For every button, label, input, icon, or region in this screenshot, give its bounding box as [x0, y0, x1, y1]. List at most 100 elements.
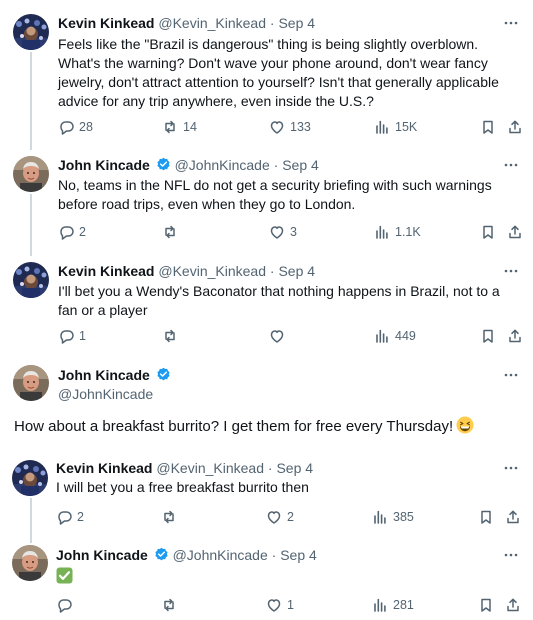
- views-button[interactable]: 449: [374, 326, 416, 346]
- like-button[interactable]: 2: [266, 507, 294, 527]
- share-button[interactable]: [507, 222, 523, 242]
- bookmark-button[interactable]: [480, 117, 496, 137]
- avatar[interactable]: [13, 262, 49, 298]
- like-button[interactable]: 3: [269, 222, 297, 242]
- tweet-header: Kevin Kinkead @Kevin_Kinkead · Sep 4: [58, 14, 493, 32]
- author-name[interactable]: John Kincade: [58, 157, 150, 173]
- retweet-button[interactable]: 14: [162, 117, 197, 137]
- tweet-text: How about a breakfast burrito? I get the…: [14, 416, 474, 437]
- like-button[interactable]: 133: [269, 117, 311, 137]
- views-button[interactable]: 1.1K: [374, 222, 421, 242]
- share-button[interactable]: [505, 595, 521, 615]
- tweet-actions: 1 281: [56, 595, 521, 615]
- tweet-text: Feels like the "Brazil is dangerous" thi…: [58, 36, 499, 109]
- bookmark-button[interactable]: [480, 326, 496, 346]
- author-name[interactable]: Kevin Kinkead: [58, 263, 154, 279]
- author-handle[interactable]: @Kevin_Kinkead: [158, 15, 266, 31]
- retweet-button[interactable]: [162, 326, 183, 346]
- share-icon: [507, 510, 519, 524]
- reply-button[interactable]: 2: [56, 507, 84, 527]
- avatar[interactable]: [13, 156, 49, 192]
- views-button[interactable]: 385: [372, 507, 414, 527]
- author-handle[interactable]: @JohnKincade: [173, 547, 268, 563]
- author-handle[interactable]: @JohnKincade: [175, 157, 270, 173]
- reply-button[interactable]: 28: [58, 117, 93, 137]
- tweet-text: I'll bet you a Wendy's Baconator that no…: [58, 283, 500, 318]
- author-handle[interactable]: @Kevin_Kinkead: [156, 460, 264, 476]
- tweet-header: Kevin Kinkead @Kevin_Kinkead · Sep 4: [58, 262, 493, 280]
- heart-icon: [267, 511, 281, 524]
- tweet-date[interactable]: Sep 4: [278, 263, 315, 279]
- author-name[interactable]: Kevin Kinkead: [56, 460, 152, 476]
- views-icon: [374, 510, 386, 524]
- like-button[interactable]: 1: [266, 595, 294, 615]
- avatar[interactable]: [12, 545, 48, 581]
- more-icon[interactable]: [503, 15, 519, 31]
- separator: ·: [269, 263, 275, 279]
- heart-icon: [270, 330, 284, 343]
- tweet-4-focused[interactable]: John Kincade @JohnKincade How about a br…: [0, 356, 533, 452]
- author-name[interactable]: John Kincade: [56, 547, 148, 563]
- tweet-date[interactable]: Sep 4: [282, 157, 319, 173]
- views-button[interactable]: 281: [372, 595, 414, 615]
- tweet-date[interactable]: Sep 4: [276, 460, 313, 476]
- more-icon[interactable]: [503, 547, 519, 563]
- retweet-icon: [164, 598, 174, 612]
- retweet-icon: [165, 120, 175, 134]
- tweet-2[interactable]: John Kincade @JohnKincade · Sep 4 No, te…: [0, 148, 533, 256]
- tweet-date[interactable]: Sep 4: [278, 15, 315, 31]
- view-count: 385: [393, 510, 414, 524]
- more-icon[interactable]: [503, 263, 519, 279]
- author-name[interactable]: John Kincade: [58, 366, 171, 384]
- tweet-actions: 1 449: [58, 326, 521, 346]
- bookmark-icon: [481, 510, 491, 524]
- avatar[interactable]: [12, 460, 48, 496]
- views-icon: [376, 120, 388, 134]
- avatar[interactable]: [13, 14, 49, 50]
- heart-icon: [270, 226, 284, 239]
- like-button[interactable]: [269, 326, 290, 346]
- like-count: 3: [290, 225, 297, 239]
- more-icon[interactable]: [503, 367, 519, 383]
- views-icon: [376, 329, 388, 343]
- reply-count: 28: [79, 120, 93, 134]
- retweet-count: 14: [183, 120, 197, 134]
- tweet-5[interactable]: Kevin Kinkead @Kevin_Kinkead · Sep 4 I w…: [0, 452, 533, 543]
- tweet-6[interactable]: John Kincade @JohnKincade · Sep 4 1 281: [0, 540, 533, 620]
- more-icon[interactable]: [503, 157, 519, 173]
- bookmark-button[interactable]: [480, 222, 496, 242]
- bookmark-button[interactable]: [478, 595, 494, 615]
- view-count: 449: [395, 329, 416, 343]
- grinning-squinting-face-emoji-icon: [456, 416, 474, 434]
- reply-button[interactable]: [56, 595, 77, 615]
- author-name[interactable]: Kevin Kinkead: [58, 15, 154, 31]
- retweet-button[interactable]: [161, 507, 182, 527]
- share-button[interactable]: [507, 117, 523, 137]
- bookmark-button[interactable]: [478, 507, 494, 527]
- separator: ·: [269, 15, 275, 31]
- avatar[interactable]: [13, 365, 49, 401]
- author-handle[interactable]: @Kevin_Kinkead: [158, 263, 266, 279]
- views-icon: [376, 225, 388, 239]
- reply-button[interactable]: 1: [58, 326, 86, 346]
- retweet-button[interactable]: [162, 222, 183, 242]
- tweet-text: No, teams in the NFL do not get a securi…: [58, 177, 492, 212]
- reply-count: 2: [77, 510, 84, 524]
- retweet-button[interactable]: [161, 595, 182, 615]
- reply-button[interactable]: 2: [58, 222, 86, 242]
- author-handle[interactable]: @JohnKincade: [58, 385, 153, 403]
- more-icon[interactable]: [503, 460, 519, 476]
- views-button[interactable]: 15K: [374, 117, 417, 137]
- retweet-icon: [165, 225, 175, 239]
- tweet-text: I will bet you a free breakfast burrito …: [56, 479, 309, 495]
- tweet-3[interactable]: Kevin Kinkead @Kevin_Kinkead · Sep 4 I'l…: [0, 254, 533, 356]
- share-button[interactable]: [507, 326, 523, 346]
- tweet-actions: 28 14 133 15K: [58, 117, 521, 137]
- bookmark-icon: [483, 225, 493, 239]
- share-button[interactable]: [505, 507, 521, 527]
- tweet-date[interactable]: Sep 4: [280, 547, 317, 563]
- reply-icon: [58, 511, 72, 525]
- verified-badge-icon: [156, 367, 171, 382]
- tweet-1[interactable]: Kevin Kinkead @Kevin_Kinkead · Sep 4 Fee…: [0, 0, 533, 150]
- share-icon: [509, 120, 521, 134]
